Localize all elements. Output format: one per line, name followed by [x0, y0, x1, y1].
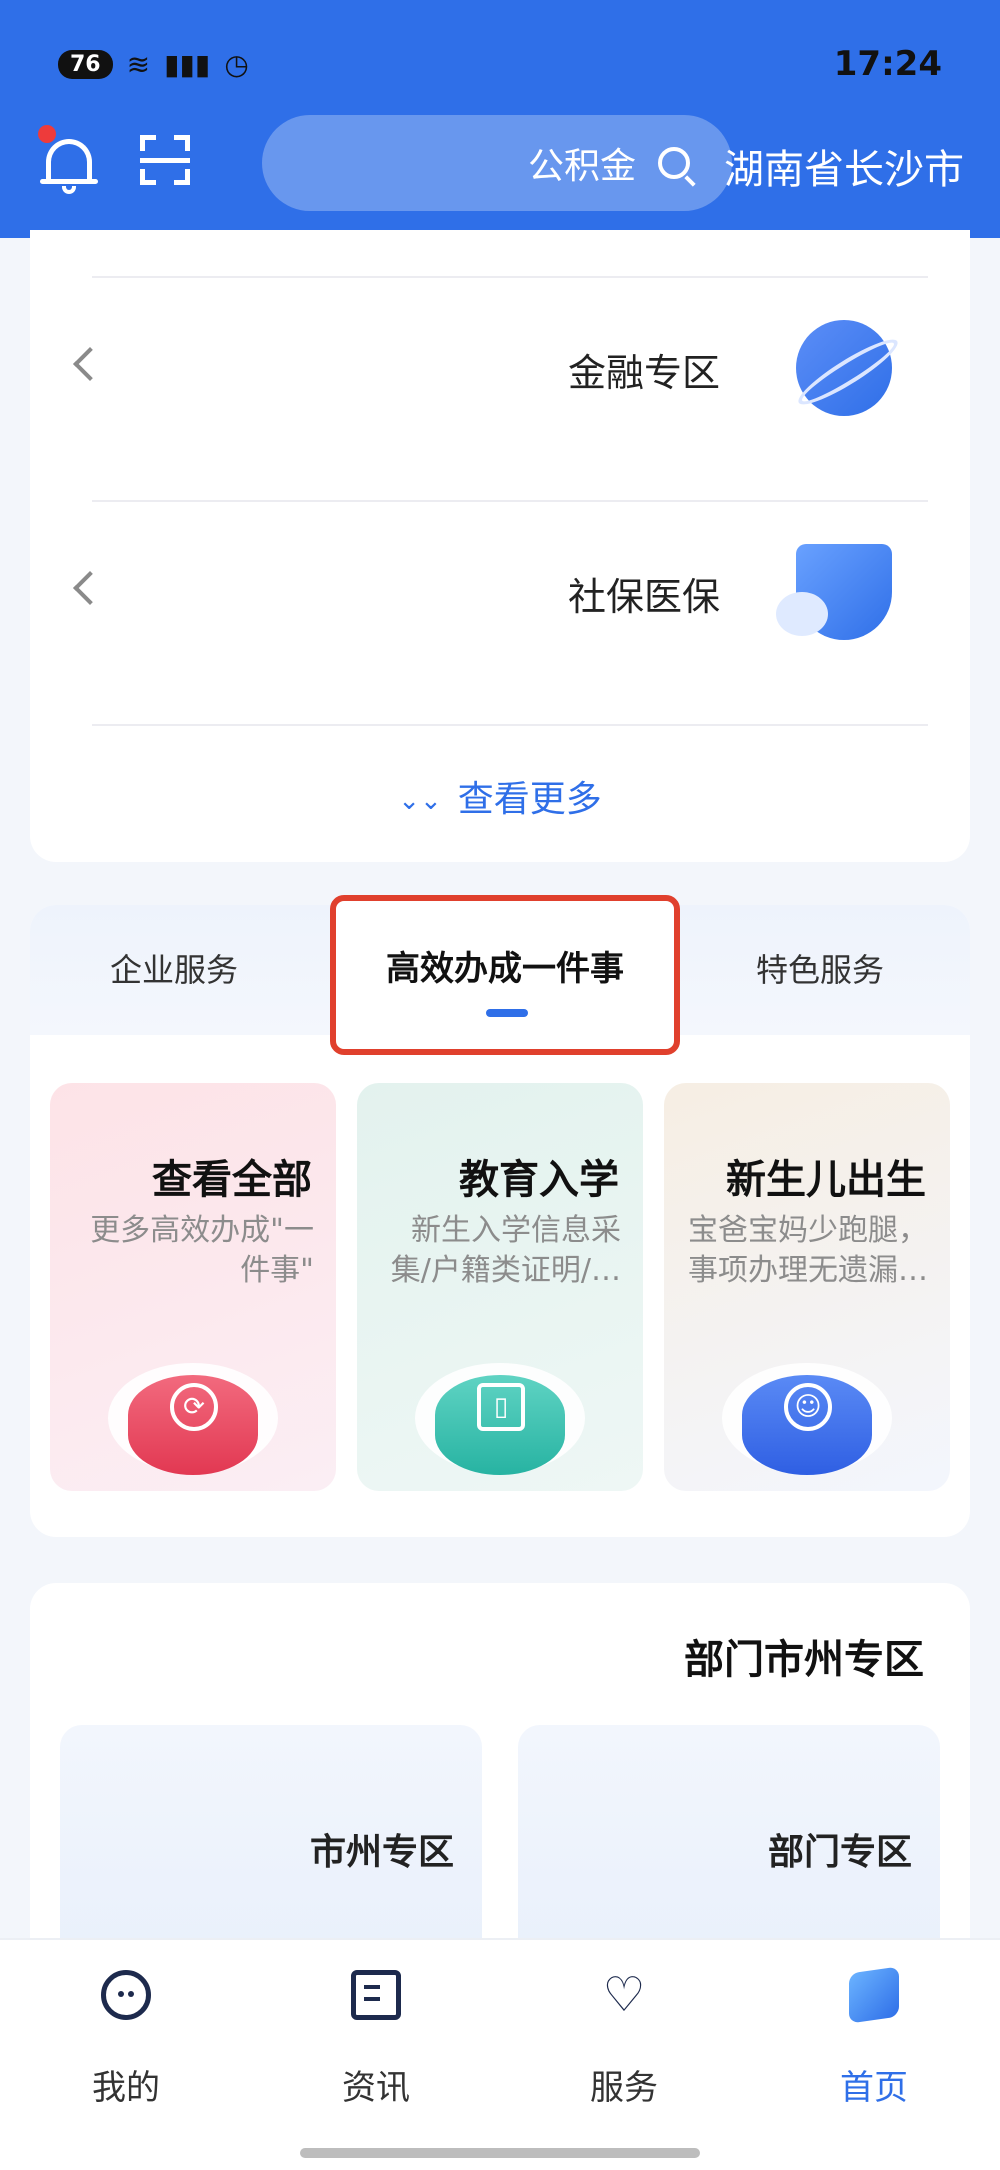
signal-icon: ▮▮▮ — [164, 48, 211, 81]
search-icon — [658, 147, 690, 179]
tab-active-indicator — [486, 1009, 528, 1017]
nav-label: 服务 — [590, 2068, 658, 2108]
finance-planet-icon — [796, 320, 892, 416]
bottom-nav: 我的 资讯 ♡ 服务 首页 — [0, 1938, 1000, 2170]
shield-insurance-icon — [776, 544, 892, 640]
nav-services[interactable]: ♡ 服务 — [554, 1970, 694, 2110]
nav-home[interactable]: 首页 — [804, 1966, 944, 2110]
status-bar: 76 ≋ ▮▮▮ ◷ 17:24 — [0, 38, 1000, 88]
baby-icon: ☺ — [784, 1383, 832, 1431]
department-zone-label: 部门专区 — [767, 1832, 912, 1873]
chevron-right-icon — [73, 571, 107, 605]
list-item-social-insurance[interactable]: 社保医保 — [30, 502, 970, 702]
status-time: 17:24 — [833, 44, 942, 84]
divider — [92, 724, 928, 726]
face-icon — [101, 1970, 151, 2020]
scan-icon[interactable] — [140, 135, 190, 185]
tile-view-all[interactable]: 查看全部 更多高效办成"一件事" ⟳ — [50, 1083, 336, 1491]
notification-dot — [38, 125, 56, 143]
chevron-right-icon — [73, 347, 107, 381]
city-zone-label: 市州专区 — [309, 1832, 454, 1873]
nav-mine[interactable]: 我的 — [56, 1970, 196, 2110]
city-zone-card[interactable]: 市州专区 — [60, 1725, 482, 1965]
tile-desc: 宝爸宝妈少跑腿，事项办理无遗漏… — [688, 1213, 928, 1288]
department-zone-card[interactable]: 部门专区 — [518, 1725, 940, 1965]
service-list-card: 金融专区 社保医保 ⌄⌄ 查看更多 — [30, 230, 970, 862]
alarm-icon: ◷ — [224, 48, 249, 81]
heart-handshake-icon: ♡ — [602, 1967, 646, 2023]
book-icon: ▯ — [477, 1383, 525, 1431]
app-header: 76 ≋ ▮▮▮ ◷ 17:24 公积金 湖南省长沙市 — [0, 0, 1000, 238]
tile-title: 教育入学 — [459, 1157, 619, 1203]
nav-label: 我的 — [92, 2068, 160, 2108]
list-item-finance[interactable]: 金融专区 — [30, 278, 970, 478]
tile-title: 查看全部 — [152, 1157, 312, 1203]
search-bar[interactable]: 公积金 — [262, 115, 732, 211]
tile-desc: 新生入学信息采集/户籍类证明/… — [390, 1213, 621, 1288]
tab-active-label: 高效办成一件事 — [386, 949, 624, 989]
document-icon — [351, 1970, 401, 2020]
tab-efficient-one-thing[interactable]: 高效办成一件事 — [330, 895, 680, 1055]
city-selector[interactable]: 湖南省长沙市 — [724, 137, 964, 195]
refresh-lightning-icon: ⟳ — [170, 1383, 218, 1431]
section-title: 部门市州专区 — [684, 1637, 924, 1683]
tile-desc: 更多高效办成"一件事" — [90, 1213, 314, 1288]
tile-newborn[interactable]: 新生儿出生 宝爸宝妈少跑腿，事项办理无遗漏… ☺ — [664, 1083, 950, 1491]
tile-education[interactable]: 教育入学 新生入学信息采集/户籍类证明/… ▯ — [357, 1083, 643, 1491]
nav-label: 资讯 — [342, 2068, 410, 2108]
home-stack-icon — [849, 1966, 899, 2024]
view-more-button[interactable]: ⌄⌄ 查看更多 — [30, 770, 970, 822]
home-indicator[interactable] — [300, 2148, 700, 2158]
nav-label: 首页 — [840, 2068, 908, 2108]
tile-title: 新生儿出生 — [726, 1157, 926, 1203]
battery-indicator: 76 — [58, 50, 113, 79]
list-item-label: 金融专区 — [567, 351, 720, 395]
status-left-icons: 76 ≋ ▮▮▮ ◷ — [58, 48, 249, 81]
tab-featured[interactable]: 特色服务 — [756, 945, 884, 991]
chevron-down-double-icon: ⌄⌄ — [398, 786, 442, 816]
view-more-label: 查看更多 — [457, 779, 602, 820]
wifi-icon: ≋ — [126, 48, 151, 81]
one-thing-card: 企业服务 特色服务 高效办成一件事 查看全部 更多高效办成"一件事" ⟳ 教育入… — [30, 895, 970, 1537]
nav-news[interactable]: 资讯 — [306, 1970, 446, 2110]
tab-enterprise[interactable]: 企业服务 — [110, 945, 238, 991]
search-placeholder: 公积金 — [527, 146, 636, 187]
list-item-label: 社保医保 — [567, 575, 720, 619]
dept-city-section: 部门市州专区 市州专区 部门专区 — [30, 1583, 970, 1965]
top-bar: 公积金 湖南省长沙市 — [0, 115, 1000, 215]
notification-bell-icon[interactable] — [38, 125, 100, 195]
